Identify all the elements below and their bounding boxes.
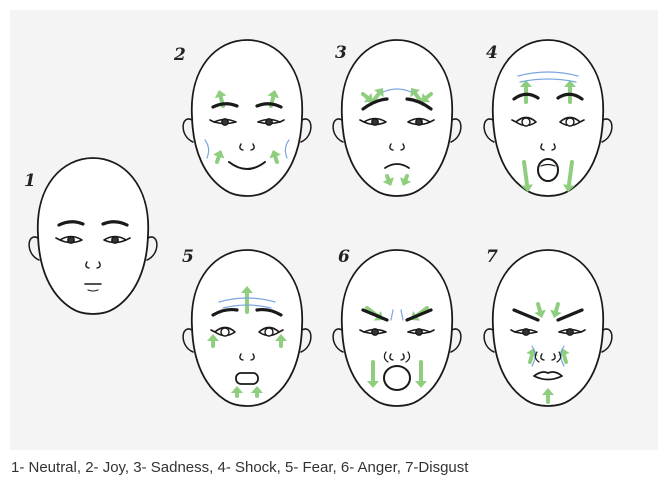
head-outline	[191, 39, 303, 197]
muscle-arrow	[273, 154, 279, 164]
face-number-label: 2	[173, 45, 186, 65]
pupil	[221, 118, 229, 126]
muscle-arrow	[361, 92, 370, 100]
face-number-label: 6	[338, 247, 350, 267]
muscle-arrow	[561, 352, 568, 364]
pupil	[264, 327, 274, 337]
muscle-arrow	[403, 174, 409, 182]
mouth	[383, 365, 411, 391]
illustration-frame: 1 2 3 4 5 6 7	[10, 10, 658, 450]
pupil	[111, 236, 119, 244]
muscle-arrow	[215, 154, 221, 164]
face-shock	[483, 39, 613, 197]
face-number-label: 3	[335, 43, 347, 63]
figure-caption: 1- Neutral, 2- Joy, 3- Sadness, 4- Shock…	[11, 459, 469, 476]
pupil	[67, 236, 75, 244]
pupil	[265, 118, 273, 126]
muscle-arrow	[536, 302, 543, 314]
expressions-illustration: 1 2 3 4 5 6 7	[24, 39, 613, 407]
muscle-arrow	[553, 302, 560, 314]
pupil	[371, 328, 379, 336]
pupil	[220, 327, 230, 337]
head-outline	[341, 39, 453, 197]
face-sadness	[332, 39, 462, 197]
pupil	[415, 328, 423, 336]
face-disgust	[483, 249, 613, 407]
muscle-arrow	[528, 352, 535, 364]
head-outline	[492, 249, 604, 407]
face-joy	[182, 39, 312, 197]
muscle-arrow	[385, 174, 391, 182]
mouth	[533, 371, 563, 381]
pupil	[566, 328, 574, 336]
mouth	[235, 372, 259, 385]
pupil	[565, 117, 575, 127]
face-fear	[182, 249, 312, 407]
pupil	[371, 118, 379, 126]
pupil	[522, 328, 530, 336]
muscle-arrow	[424, 92, 433, 100]
face-number-label: 5	[182, 247, 194, 267]
face-number-label: 1	[24, 171, 36, 191]
face-number-label: 7	[486, 247, 498, 267]
face-anger	[332, 249, 462, 407]
mouth	[537, 158, 559, 182]
face-neutral	[28, 157, 158, 315]
face-number-label: 4	[486, 43, 498, 63]
pupil	[521, 117, 531, 127]
pupil	[415, 118, 423, 126]
